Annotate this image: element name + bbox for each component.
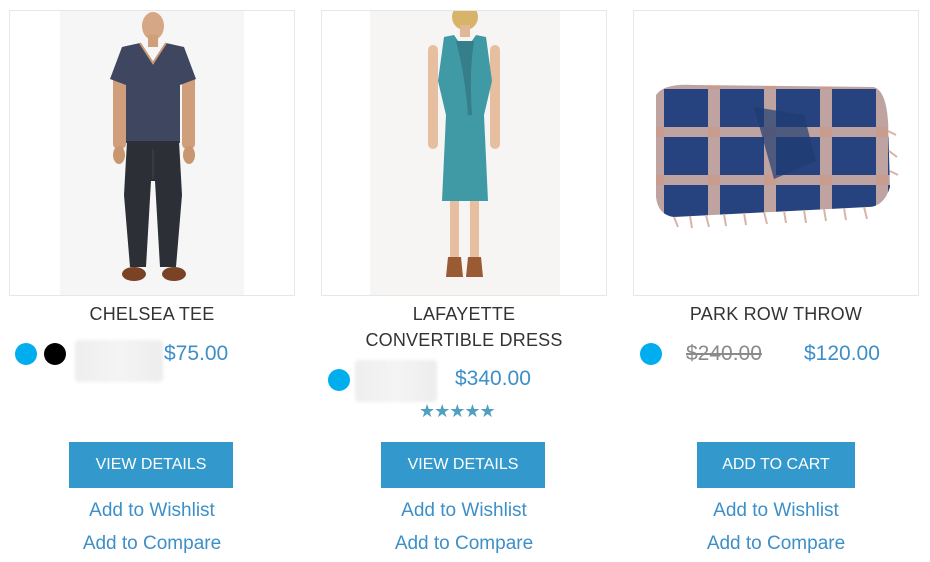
color-swatch-blue[interactable] [15, 343, 37, 365]
product-card-lafayette-convertible-dress: LAFAYETTE CONVERTIBLE DRESS $340.00 ★★★★… [321, 10, 607, 562]
blurred-price-placeholder [75, 340, 163, 382]
man-tee-photo [10, 11, 294, 295]
product-image[interactable] [9, 10, 295, 296]
view-details-button[interactable]: VIEW DETAILS [381, 442, 545, 488]
add-to-wishlist-link[interactable]: Add to Wishlist [321, 499, 607, 523]
add-to-wishlist-link[interactable]: Add to Wishlist [633, 499, 919, 523]
add-to-compare-link[interactable]: Add to Compare [321, 532, 607, 556]
add-to-wishlist-link[interactable]: Add to Wishlist [9, 499, 295, 523]
view-details-button[interactable]: VIEW DETAILS [69, 442, 233, 488]
product-name[interactable]: LAFAYETTE CONVERTIBLE DRESS [321, 301, 607, 353]
plaid-throw-photo [634, 11, 918, 295]
blurred-price-placeholder [355, 360, 437, 402]
rating-stars: ★★★★★ [419, 401, 496, 421]
add-to-compare-link[interactable]: Add to Compare [9, 532, 295, 556]
add-to-cart-button[interactable]: ADD TO CART [697, 442, 855, 488]
product-name[interactable]: CHELSEA TEE [9, 301, 295, 327]
product-price: $340.00 [455, 367, 531, 390]
product-card-park-row-throw: PARK ROW THROW $240.00 $120.00 ADD TO CA… [633, 10, 919, 562]
old-price: $240.00 [686, 342, 762, 365]
product-price: $75.00 [164, 342, 229, 365]
woman-dress-photo [322, 11, 606, 295]
product-price: $120.00 [804, 342, 880, 365]
color-swatch-blue[interactable] [328, 369, 350, 391]
product-image[interactable] [633, 10, 919, 296]
product-card-chelsea-tee: CHELSEA TEE $75.00 VIEW DETAILS Add to W… [9, 10, 295, 562]
product-image[interactable] [321, 10, 607, 296]
color-swatch-black[interactable] [44, 343, 66, 365]
color-swatch-blue[interactable] [640, 343, 662, 365]
add-to-compare-link[interactable]: Add to Compare [633, 532, 919, 556]
product-name[interactable]: PARK ROW THROW [633, 301, 919, 327]
